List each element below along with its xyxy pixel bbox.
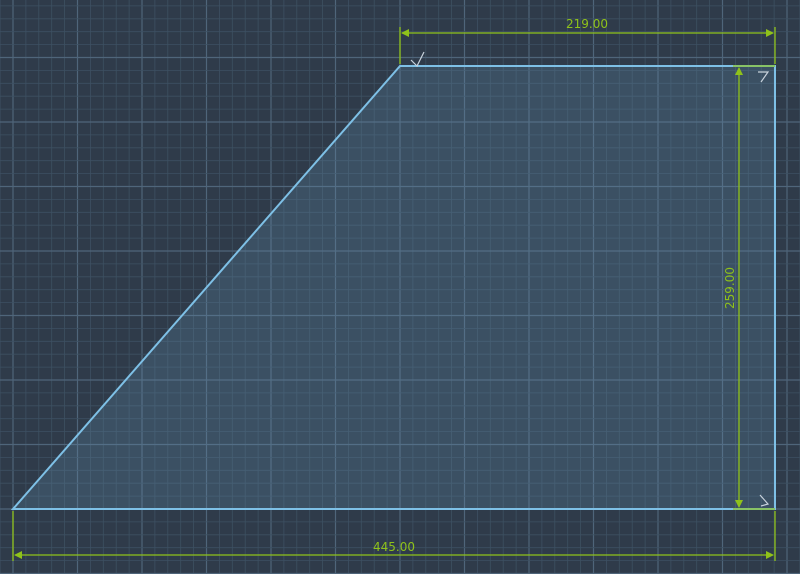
bottom-dim-arrow-right (766, 551, 774, 559)
right-dim-label: 259.00 (723, 267, 737, 309)
trapezoid-shape[interactable] (10, 65, 776, 510)
top-dim-arrow-left (401, 29, 409, 37)
top-dim-label: 219.00 (566, 17, 608, 31)
top-dim-arrow-right (766, 29, 774, 37)
bottom-dim-arrow-left (14, 551, 22, 559)
drawing-canvas[interactable]: 219.00 259.00 445.00 (0, 0, 800, 574)
bottom-dimension[interactable]: 445.00 (12, 511, 776, 561)
drawing-svg[interactable]: 219.00 259.00 445.00 (0, 0, 800, 574)
bottom-dim-label: 445.00 (373, 540, 415, 554)
